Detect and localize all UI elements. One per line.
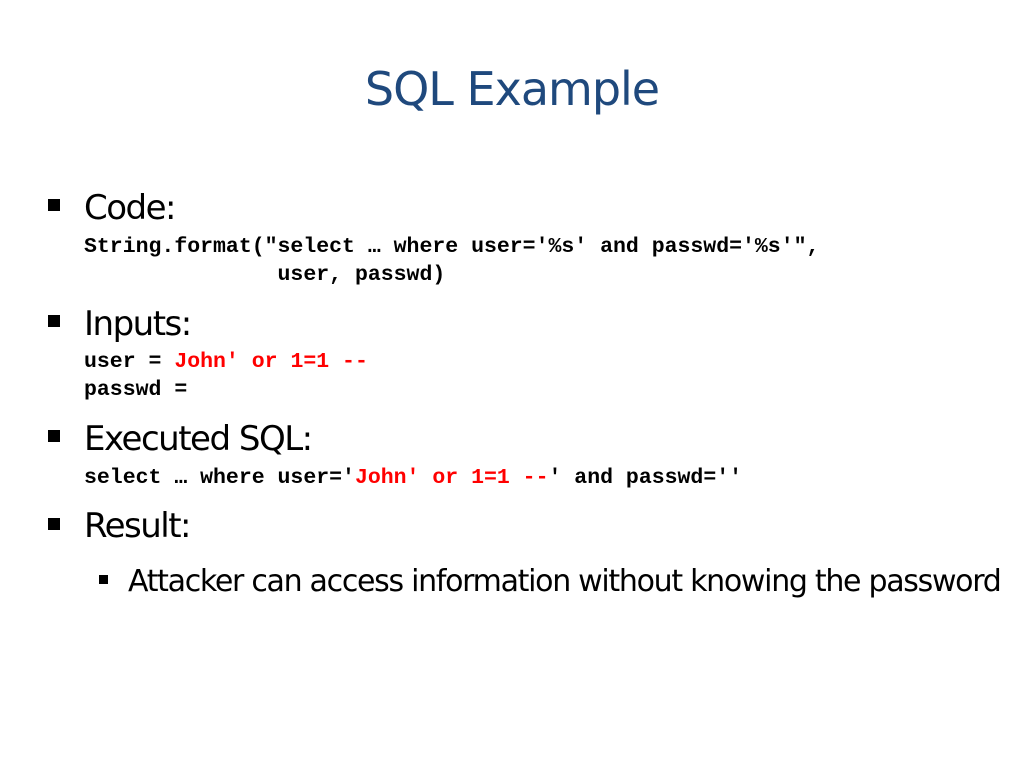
slide-title: SQL Example <box>364 62 660 116</box>
sql-suffix: ' and passwd='' <box>548 466 743 490</box>
bullet-icon <box>48 430 60 442</box>
result-heading: Result: <box>84 506 192 546</box>
executed-sql-line: select … where user='John' or 1=1 --' an… <box>84 464 742 492</box>
bullet-icon <box>48 199 60 211</box>
input-user-value: John' or 1=1 -- <box>174 350 368 374</box>
executed-sql-heading: Executed SQL: <box>84 419 313 459</box>
code-heading: Code: <box>84 188 177 228</box>
input-user-label: user = <box>84 350 175 374</box>
sql-prefix: select … where user=' <box>84 466 355 490</box>
result-item: Attacker can access information without … <box>128 564 1002 599</box>
sub-bullet-icon <box>99 575 108 584</box>
bullet-icon <box>48 315 60 327</box>
code-line-1: String.format("select … where user='%s' … <box>84 235 820 259</box>
input-passwd-line: passwd = <box>84 378 188 402</box>
sql-injected: John' or 1=1 -- <box>354 466 549 490</box>
inputs-heading: Inputs: <box>84 304 192 344</box>
code-line-2: user, passwd) <box>84 263 446 287</box>
bullet-icon <box>48 518 60 530</box>
input-user-line: user = John' or 1=1 -- <box>84 348 368 376</box>
